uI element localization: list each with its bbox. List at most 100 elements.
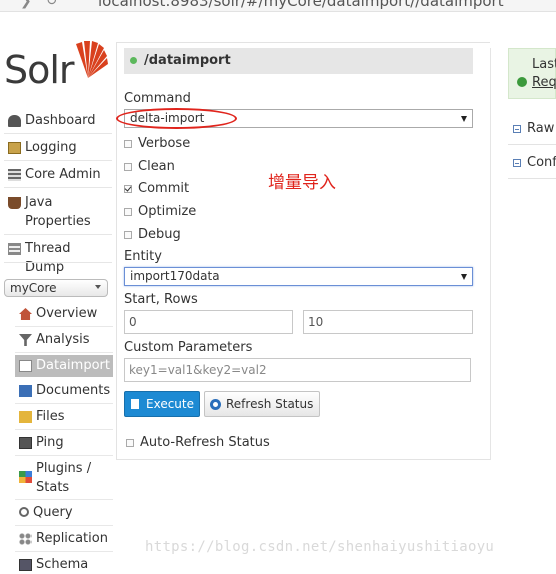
core-item-label: Dataimport [36,358,110,373]
refresh-status-button[interactable]: Refresh Status [204,391,320,417]
custom-params-label: Custom Parameters [124,340,253,355]
core-item-label: Overview [36,306,98,321]
auto-refresh-label: Auto-Refresh Status [140,435,270,450]
divider [15,499,113,500]
divider [15,326,113,327]
core-item-replication[interactable]: Replication [15,529,113,548]
nav-item-label: Thread Dump [25,241,71,275]
dropdown-arrow-icon [461,116,467,122]
option-debug[interactable]: Debug [124,227,181,242]
chevron-down-icon [95,285,101,289]
divider [15,352,113,353]
checkbox[interactable] [126,438,134,447]
checkbox[interactable] [124,139,132,148]
dropdown-arrow-icon [461,274,467,280]
divider [15,429,113,430]
annotation-ellipse [116,108,237,129]
entity-label: Entity [124,249,162,264]
schema-icon [19,559,32,571]
custom-params-input[interactable]: key1=val1&key2=val2 [124,358,471,382]
core-item-plugins-stats[interactable]: Plugins / Stats [15,459,113,497]
core-item-ping[interactable]: Ping [15,433,113,452]
nav-item-label: Dashboard [25,113,96,128]
url-text[interactable]: localhost:8983/solr/#/myCore/dataimport/… [98,0,504,10]
core-item-label: Ping [36,435,64,450]
entity-select[interactable]: import170data [124,267,473,286]
core-item-overview[interactable]: Overview [15,304,113,323]
divider [508,144,556,145]
divider [15,525,113,526]
option-clean[interactable]: Clean [124,159,175,174]
folder-icon [19,411,32,423]
core-item-label: Plugins / Stats [36,461,92,495]
checkbox[interactable] [124,162,132,171]
check-circle-icon [517,77,527,87]
entity-value: import170data [130,269,220,283]
divider [15,551,113,552]
raw-status-toggle[interactable]: Raw [513,121,554,136]
collapse-icon [513,158,521,167]
document-icon [131,399,139,409]
execute-button[interactable]: Execute [124,391,200,417]
core-selector-value: myCore [10,281,57,295]
dataimport-icon [19,360,32,372]
divider [4,133,112,134]
refresh-icon [210,398,221,410]
core-item-label: Replication [36,531,108,546]
last-update-label: Last [532,57,556,72]
auto-refresh-option[interactable]: Auto-Refresh Status [126,435,270,450]
refresh-label: Refresh Status [226,397,314,411]
divider [4,234,112,235]
column-divider [490,48,491,460]
execute-label: Execute [146,397,194,411]
option-commit[interactable]: Commit [124,181,189,196]
watermark: https://blog.csdn.net/shenhaiyushitiaoyu [145,539,495,555]
option-label: Optimize [138,204,197,219]
java-icon [8,197,21,209]
core-item-documents[interactable]: Documents [15,381,113,400]
core-item-analysis[interactable]: Analysis [15,330,113,349]
option-label: Verbose [138,136,191,151]
core-item-schema[interactable]: Schema [15,555,113,574]
option-optimize[interactable]: Optimize [124,204,196,219]
configuration-toggle[interactable]: Confi [513,155,556,170]
divider [4,262,112,263]
core-item-dataimport[interactable]: Dataimport [15,355,113,377]
nav-item-label: Java Properties [25,195,91,229]
nav-item-java-properties[interactable]: Java Properties [0,193,112,231]
checkbox-checked[interactable] [124,184,132,193]
panel-header: /dataimport [124,48,473,74]
core-item-files[interactable]: Files [15,407,113,426]
documents-icon [19,385,32,397]
custom-params-placeholder: key1=val1&key2=val2 [129,363,267,377]
nav-item-dashboard[interactable]: Dashboard [0,111,112,130]
config-label: Confi [527,155,556,170]
status-box: Last Requ [508,48,556,99]
thread-dump-icon [8,243,21,255]
nav-item-label: Core Admin [25,167,101,182]
request-link[interactable]: Requ [532,75,556,90]
rows-input[interactable]: 10 [303,310,473,334]
core-item-query[interactable]: Query [15,503,113,522]
panel-title: /dataimport [144,53,231,68]
checkbox[interactable] [124,207,132,216]
core-selector[interactable]: myCore [4,279,108,297]
nav-item-core-admin[interactable]: Core Admin [0,165,112,184]
raw-label: Raw [527,121,555,136]
command-label: Command [124,91,191,106]
nav-item-logging[interactable]: Logging [0,138,112,157]
option-verbose[interactable]: Verbose [124,136,190,151]
option-label: Clean [138,159,175,174]
nav-item-thread-dump[interactable]: Thread Dump [0,239,112,277]
start-input[interactable]: 0 [124,310,293,334]
checkbox[interactable] [124,230,132,239]
divider [508,178,556,179]
replication-icon [19,533,32,545]
annotation-text: 增量导入 [268,173,336,193]
status-dot-icon [130,57,137,64]
filter-icon [19,334,32,346]
start-value: 0 [129,315,137,329]
divider [4,187,112,188]
start-rows-label: Start, Rows [124,292,198,307]
home-icon [19,308,32,320]
